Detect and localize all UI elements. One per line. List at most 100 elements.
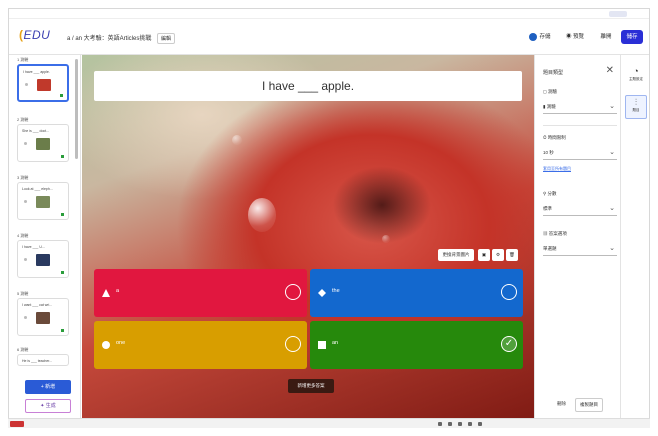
preview-button[interactable]: ◉ 預覽 [561,30,589,44]
slide-item[interactable]: 5 測驗 I want ___ cat wri... [17,291,73,336]
question-canvas: I have ___ apple. 更換背景圖片 ▣ ⚙ 🗑 a the one… [82,55,534,427]
answer-options-section: ▦ 答案選項 單選題 ⌄ [543,231,617,256]
quiz-title[interactable]: a / an 大考驗：英語Articles挑戰 編輯 [67,33,176,44]
edit-title-button[interactable]: 編輯 [157,33,176,44]
duplicate-button[interactable]: 複製題目 [575,398,603,412]
slide-text: I have ___ U... [22,245,45,249]
browser-top-strip [9,9,649,19]
sidebar-scrollbar[interactable] [75,59,78,159]
delete-icon[interactable]: 🗑 [506,249,518,261]
slide-item[interactable]: 6 測驗 He is ___ teacher... [17,347,73,366]
taskbar [8,418,650,428]
delete-button[interactable]: 刪除 [557,401,566,407]
slide-image [36,312,50,324]
app-logo[interactable]: (EDU [19,28,50,42]
water-drop [248,198,276,232]
taskbar-icon[interactable] [438,422,442,426]
taskbar-icon[interactable] [458,422,462,426]
square-icon [318,341,326,349]
correct-toggle[interactable] [285,284,301,300]
slide-dot-icon [24,316,27,319]
answer-text[interactable]: the [332,288,340,294]
answer-options-label: ▦ 答案選項 [543,231,567,236]
question-type-label: ◻ 測驗 [543,89,557,94]
answer-option-4[interactable]: an ✓ [310,321,523,369]
water-drop [382,235,390,243]
slide-text: I want ___ cat wri... [22,303,53,307]
top-strip-widget [609,11,627,17]
answer-text[interactable]: an [332,340,338,346]
save-status-icon [529,32,538,41]
generate-button[interactable]: ✦ 生成 [25,399,71,413]
taskbar-icon[interactable] [468,422,472,426]
correct-toggle[interactable] [285,336,301,352]
slide-item[interactable]: 4 測驗 I have ___ U... [17,233,73,278]
slide-correct-icon [60,94,63,97]
slide-text: She is ___ doct... [22,129,50,133]
slide-text: He is ___ teacher... [22,359,53,363]
correct-toggle[interactable] [501,284,517,300]
settings-icon[interactable]: ⚙ [492,249,504,261]
slide-dot-icon [24,258,27,261]
slide-thumbnail: He is ___ teacher... [17,354,69,366]
question-text-input[interactable]: I have ___ apple. [94,71,522,101]
logo-text: EDU [23,28,51,42]
header-bar: (EDU a / an 大考驗：英語Articles挑戰 編輯 存儲 ◉ 預覽 … [9,19,649,55]
answer-option-1[interactable]: a [94,269,307,317]
question-rail-item[interactable]: ⫶ 題目 [625,95,647,119]
quiz-title-text: a / an 大考驗：英語Articles挑戰 [67,36,152,42]
slide-thumbnail: She is ___ doct... [17,124,69,162]
theme-label: 主題設定 [629,77,643,81]
slide-item[interactable]: 2 測驗 She is ___ doct... [17,117,73,162]
time-limit-select[interactable]: 10 秒 ⌄ [543,146,617,160]
slide-item[interactable]: 3 測驗 Look at ___ eleph... [17,175,73,220]
taskbar-icon[interactable] [478,422,482,426]
answer-options-select[interactable]: 單選題 ⌄ [543,242,617,256]
points-select[interactable]: 標準 ⌄ [543,202,617,216]
preview-icon: ◉ [565,34,573,40]
close-icon[interactable]: ✕ [606,65,614,76]
correct-check-icon[interactable]: ✓ [501,336,517,352]
theme-icon: ◔ [633,66,639,76]
points-value: 標準 [543,206,552,211]
chevron-down-icon: ⌄ [609,149,615,156]
add-more-answers-tooltip[interactable]: 新增更多答案 [288,379,334,393]
question-type-select[interactable]: ▮ 測驗 ⌄ [543,100,617,114]
question-type-label-text: 測驗 [548,89,557,94]
question-type-value: 測驗 [546,104,556,109]
chevron-down-icon: ⌄ [609,245,615,252]
answer-options-label-text: 答案選項 [548,231,567,236]
time-limit-section: ⏱ 時間限制 10 秒 ⌄ 套用至所有題目 [543,135,617,172]
time-limit-label: ⏱ 時間限制 [543,135,566,140]
answer-option-3[interactable]: one [94,321,307,369]
water-drop [232,135,242,145]
done-button[interactable]: 儲存 [621,30,643,44]
taskbar-icon[interactable] [448,422,452,426]
circle-icon [102,341,110,349]
taskbar-app-icon[interactable] [10,421,24,427]
replace-background-button[interactable]: 更換背景圖片 [438,249,474,261]
exit-button[interactable]: 離開 [595,30,617,44]
slide-dot-icon [24,200,27,203]
theme-rail-item[interactable]: ◔ 主題設定 [625,65,647,89]
points-label: ⚲ 分數 [543,191,557,196]
save-status-label: 存儲 [539,34,551,40]
diamond-icon [318,289,326,297]
settings-title: 題目類型 [543,70,564,76]
answer-text[interactable]: a [116,288,119,294]
answer-option-2[interactable]: the [310,269,523,317]
save-status-button[interactable]: 存儲 [527,30,553,44]
slide-dot-icon [25,83,28,86]
slide-sidebar: 1 測驗 I have ___ apple. 2 測驗 She is ___ d… [9,55,81,427]
slide-correct-icon [61,271,64,274]
edit-image-icon[interactable]: ▣ [478,249,490,261]
add-question-button[interactable]: + 新增 [25,380,71,394]
slide-label: 1 測驗 [17,57,29,62]
apply-all-link[interactable]: 套用至所有題目 [543,166,617,172]
slide-item[interactable]: 1 測驗 I have ___ apple. [17,57,73,102]
slide-label: 6 測驗 [17,347,29,352]
slide-thumbnail: I want ___ cat wri... [17,298,69,336]
slide-correct-icon [61,155,64,158]
slide-label: 3 測驗 [17,175,29,180]
answer-text[interactable]: one [116,340,125,346]
